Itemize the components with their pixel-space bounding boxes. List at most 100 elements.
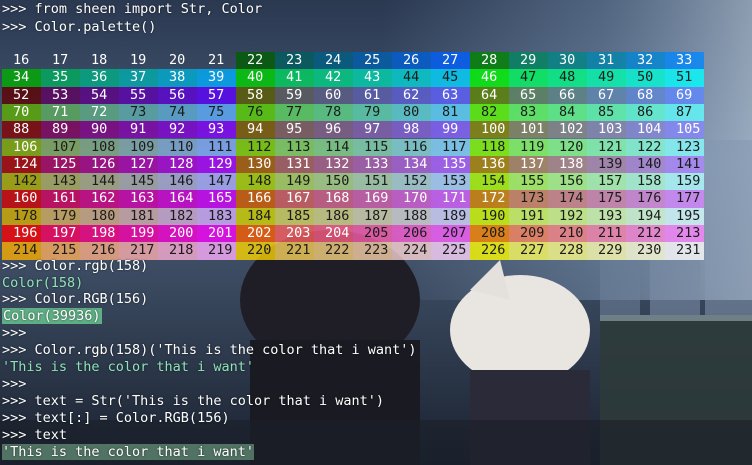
palette-swatch-156: 156 — [548, 173, 587, 191]
palette-swatch-53: 53 — [41, 86, 80, 104]
palette-swatch-25: 25 — [353, 52, 392, 70]
palette-swatch-104: 104 — [626, 121, 665, 139]
terminal-output-color-39936: Color(39936) — [2, 308, 102, 325]
palette-swatch-168: 168 — [314, 190, 353, 208]
palette-swatch-214: 214 — [2, 242, 41, 260]
palette-swatch-225: 225 — [431, 242, 470, 260]
terminal-line-RGB-call: >>> Color.RGB(156) — [2, 291, 149, 307]
palette-swatch-217: 217 — [119, 242, 158, 260]
palette-swatch-93: 93 — [197, 121, 236, 139]
terminal-line-palette-call: >>> Color.palette() — [2, 19, 157, 35]
palette-swatch-98: 98 — [392, 121, 431, 139]
palette-swatch-87: 87 — [665, 103, 704, 122]
palette-swatch-43: 43 — [353, 69, 392, 87]
palette-swatch-180: 180 — [80, 207, 119, 225]
palette-swatch-26: 26 — [392, 52, 431, 70]
palette-swatch-49: 49 — [587, 69, 626, 87]
palette-row: 214 215 216 217 218 219 220 221 222 223 224 225 226 2… — [0, 242, 722, 260]
palette-swatch-153: 153 — [431, 173, 470, 191]
palette-swatch-157: 157 — [587, 173, 626, 191]
palette-swatch-128: 128 — [158, 155, 197, 174]
palette-swatch-222: 222 — [314, 242, 353, 260]
palette-swatch-178: 178 — [2, 207, 41, 225]
palette-swatch-90: 90 — [80, 121, 119, 139]
palette-swatch-190: 190 — [470, 207, 509, 225]
palette-swatch-31: 31 — [587, 52, 626, 70]
palette-swatch-67: 67 — [587, 86, 626, 104]
palette-swatch-172: 172 — [470, 190, 509, 208]
palette-swatch-161: 161 — [41, 190, 80, 208]
palette-swatch-111: 111 — [197, 138, 236, 156]
palette-swatch-205: 205 — [353, 225, 392, 243]
palette-swatch-184: 184 — [236, 207, 275, 225]
palette-swatch-77: 77 — [275, 103, 314, 122]
palette-swatch-126: 126 — [80, 155, 119, 174]
palette-swatch-44: 44 — [392, 69, 431, 87]
palette-swatch-189: 189 — [431, 207, 470, 225]
palette-swatch-186: 186 — [314, 207, 353, 225]
palette-swatch-30: 30 — [548, 52, 587, 70]
palette-swatch-164: 164 — [158, 190, 197, 208]
palette-swatch-131: 131 — [275, 155, 314, 174]
terminal-window[interactable]: >>> from sheen import Str, Color >>> Col… — [0, 0, 752, 465]
palette-swatch-16: 16 — [13, 52, 30, 68]
palette-swatch-22: 22 — [236, 52, 275, 70]
palette-swatch-197: 197 — [41, 225, 80, 243]
terminal-output-color-158: Color(158) — [2, 275, 84, 291]
palette-swatch-154: 154 — [470, 173, 509, 191]
palette-swatch-103: 103 — [587, 121, 626, 139]
palette-swatch-188: 188 — [392, 207, 431, 225]
palette-swatch-223: 223 — [353, 242, 392, 260]
palette-swatch-116: 116 — [392, 138, 431, 156]
palette-swatch-23: 23 — [275, 52, 314, 70]
palette-swatch-47: 47 — [509, 69, 548, 87]
palette-swatch-60: 60 — [314, 86, 353, 104]
palette-swatch-130: 130 — [236, 155, 275, 174]
palette-swatch-120: 120 — [548, 138, 587, 156]
palette-swatch-80: 80 — [392, 103, 431, 122]
palette-swatch-118: 118 — [470, 138, 509, 156]
palette-swatch-227: 227 — [509, 242, 548, 260]
palette-swatch-141: 141 — [665, 155, 704, 174]
palette-swatch-122: 122 — [626, 138, 665, 156]
palette-swatch-39: 39 — [197, 69, 236, 87]
palette-swatch-88: 88 — [2, 121, 41, 139]
palette-swatch-55: 55 — [119, 86, 158, 104]
palette-swatch-75: 75 — [197, 103, 236, 122]
terminal-line-rgb-string-call: >>> Color.rgb(158)('This is the color th… — [2, 342, 417, 358]
palette-swatch-63: 63 — [431, 86, 470, 104]
palette-swatch-152: 152 — [392, 173, 431, 191]
palette-swatch-231: 231 — [665, 242, 704, 260]
palette-swatch-117: 117 — [431, 138, 470, 156]
palette-row: 70 71 72 73 74 75 76 77 78 79 80 81 82 83 84 85 86 87 — [0, 103, 722, 122]
palette-swatch-70: 70 — [2, 103, 41, 122]
palette-swatch-203: 203 — [275, 225, 314, 243]
palette-swatch-59: 59 — [275, 86, 314, 104]
palette-swatch-72: 72 — [80, 103, 119, 122]
palette-swatch-110: 110 — [158, 138, 197, 156]
palette-row: 106 107 108 109 110 111 112 113 114 115 116 117 118 1… — [0, 138, 722, 156]
palette-swatch-148: 148 — [236, 173, 275, 191]
palette-swatch-160: 160 — [2, 190, 41, 208]
palette-swatch-38: 38 — [158, 69, 197, 87]
palette-swatch-82: 82 — [470, 103, 509, 122]
palette-swatch-182: 182 — [158, 207, 197, 225]
palette-swatch-35: 35 — [41, 69, 80, 87]
palette-swatch-94: 94 — [236, 121, 275, 139]
palette-swatch-113: 113 — [275, 138, 314, 156]
palette-swatch-199: 199 — [119, 225, 158, 243]
highlighted-output-string: 'This is the color that i want' — [2, 444, 254, 460]
palette-swatch-171: 171 — [431, 190, 470, 208]
palette-swatch-33: 33 — [665, 52, 704, 70]
palette-swatch-48: 48 — [548, 69, 587, 87]
palette-swatch-66: 66 — [548, 86, 587, 104]
palette-swatch-147: 147 — [197, 173, 236, 191]
palette-swatch-133: 133 — [353, 155, 392, 174]
palette-swatch-215: 215 — [41, 242, 80, 260]
palette-swatch-50: 50 — [626, 69, 665, 87]
palette-swatch-78: 78 — [314, 103, 353, 122]
palette-swatch-54: 54 — [80, 86, 119, 104]
palette-swatch-162: 162 — [80, 190, 119, 208]
palette-swatch-158: 158 — [626, 173, 665, 191]
palette-row: 124 125 126 127 128 129 130 131 132 133 134 135 136 1… — [0, 155, 722, 174]
